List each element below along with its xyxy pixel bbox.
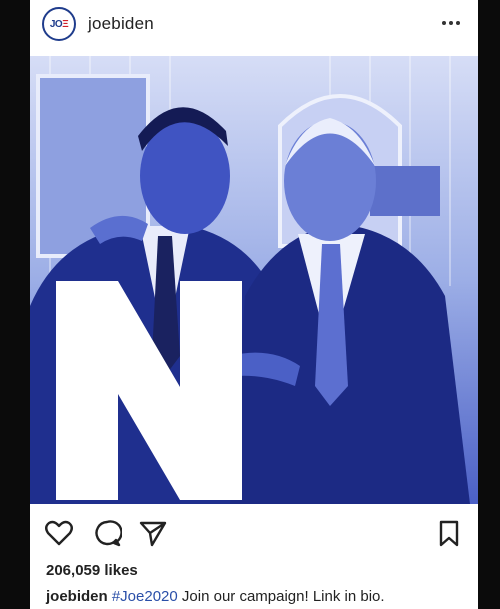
post-photo[interactable]: N: [30, 56, 478, 504]
more-options-icon[interactable]: [440, 12, 462, 34]
video-frame-background: JOΞ joebiden 206,059 likes joebiden #Joe…: [0, 0, 500, 609]
caption-username[interactable]: joebiden: [46, 588, 108, 605]
post-header: JOΞ joebiden: [30, 0, 478, 50]
action-bar: [30, 512, 478, 552]
bookmark-icon[interactable]: [434, 518, 464, 548]
username[interactable]: joebiden: [88, 14, 154, 34]
likes-count[interactable]: 206,059 likes: [46, 562, 138, 579]
caption-hashtag[interactable]: #Joe2020: [112, 588, 178, 605]
send-icon[interactable]: [138, 518, 168, 548]
caption-text: Join our campaign! Link in bio.: [177, 588, 385, 605]
profile-avatar[interactable]: JOΞ: [42, 7, 76, 41]
instagram-post: JOΞ joebiden 206,059 likes joebiden #Joe…: [30, 0, 478, 609]
post-caption: joebiden #Joe2020 Join our campaign! Lin…: [46, 588, 385, 605]
joe-logo: JOΞ: [49, 18, 69, 30]
heart-icon[interactable]: [44, 518, 74, 548]
comment-icon[interactable]: [92, 518, 122, 548]
